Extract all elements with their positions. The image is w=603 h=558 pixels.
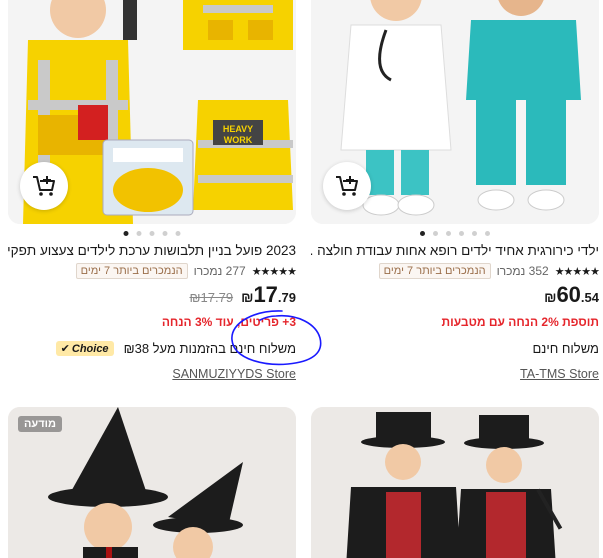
magician-costume-illustration	[311, 407, 599, 558]
carousel-dot[interactable]	[175, 231, 181, 236]
star-rating-icon: ★★★★★	[251, 265, 297, 278]
add-to-cart-button[interactable]	[20, 162, 68, 210]
product-title[interactable]: 2023 פועל בניין תלבושות ערכת לילדים צעצו…	[8, 243, 296, 258]
cart-plus-icon	[33, 176, 55, 196]
carousel-dot[interactable]	[136, 231, 142, 236]
price-row: ₪17.79 ₪17.79	[189, 282, 296, 308]
price: ₪60.54	[544, 282, 599, 307]
carousel-dot[interactable]	[472, 231, 477, 236]
svg-text:WORK: WORK	[224, 135, 253, 145]
product-title[interactable]: ילדי כירורגית אחיד ילדים רופא אחות עבודת…	[311, 243, 599, 258]
image-carousel-dots[interactable]	[420, 231, 490, 236]
carousel-dot[interactable]	[149, 231, 155, 236]
rating-row: ★★★★★ 352 נמכרו הנמכרים ביותר 7 ימים	[378, 263, 600, 279]
carousel-dot[interactable]	[446, 231, 451, 236]
carousel-dot[interactable]	[420, 231, 425, 236]
ad-badge: מודעה	[18, 416, 62, 432]
product-card-magician[interactable]	[311, 407, 599, 558]
product-image[interactable]: מודעה	[8, 407, 296, 558]
product-image[interactable]	[311, 407, 599, 558]
add-to-cart-button[interactable]	[323, 162, 371, 210]
carousel-dot[interactable]	[162, 231, 168, 236]
choice-badge: ✔ Choice	[55, 341, 114, 356]
star-rating-icon: ★★★★★	[554, 265, 600, 278]
carousel-dot[interactable]	[459, 231, 464, 236]
price: ₪17.79	[241, 282, 296, 307]
product-image[interactable]	[311, 0, 599, 224]
sold-count: 352 נמכרו	[496, 264, 549, 278]
svg-text:HEAVY: HEAVY	[223, 124, 253, 134]
cart-plus-icon	[336, 176, 358, 196]
promo-text: תוספת 2% הנחה עם מטבעות	[441, 315, 599, 329]
product-card-wizard[interactable]: מודעה	[8, 407, 296, 558]
product-card-doctor[interactable]: ילדי כירורגית אחיד ילדים רופא אחות עבודת…	[311, 0, 600, 392]
carousel-dot[interactable]	[485, 231, 490, 236]
carousel-dot[interactable]	[123, 231, 129, 236]
sold-count: 277 נמכרו	[193, 264, 246, 278]
original-price: ₪17.79	[189, 290, 234, 305]
promo-text: 3+ פריטים, עוד 3% הנחה	[161, 315, 296, 329]
shipping-row: משלוח חינם	[532, 341, 599, 356]
best-seller-badge[interactable]: הנמכרים ביותר 7 ימים	[378, 263, 491, 279]
shipping-row: משלוח חינם בהזמנות מעל ₪38 ✔ Choice	[55, 341, 296, 356]
store-link[interactable]: TA-TMS Store	[520, 367, 599, 381]
product-card-construction[interactable]: HEAVY WORK 2023 פועל בניין תלבושות ערכת …	[8, 0, 297, 392]
store-link[interactable]: SANMUZIYYDS Store	[172, 367, 296, 381]
check-icon: ✔	[60, 343, 70, 355]
carousel-dot[interactable]	[433, 231, 438, 236]
shipping-text: משלוח חינם בהזמנות מעל ₪38	[123, 341, 296, 356]
best-seller-badge[interactable]: הנמכרים ביותר 7 ימים	[75, 263, 188, 279]
image-carousel-dots[interactable]	[123, 231, 181, 236]
shipping-text: משלוח חינם	[532, 341, 599, 356]
product-image[interactable]: HEAVY WORK	[8, 0, 296, 224]
rating-row: ★★★★★ 277 נמכרו הנמכרים ביותר 7 ימים	[75, 263, 297, 279]
price-row: ₪60.54	[544, 282, 599, 308]
